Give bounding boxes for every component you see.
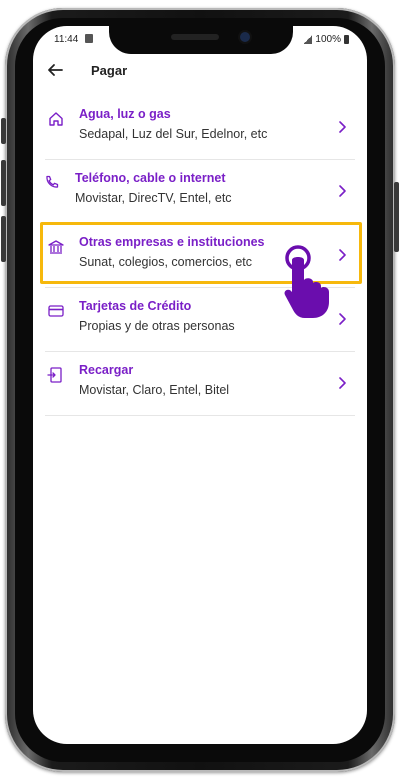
item-subtitle: Propias y de otras personas: [79, 319, 235, 333]
chevron-right-icon: [337, 120, 347, 134]
top-app-bar: Pagar: [33, 52, 367, 92]
battery-percent: 100%: [315, 34, 341, 45]
status-right: 100%: [304, 34, 349, 45]
volume-up-button: [1, 160, 6, 206]
pointing-hand-icon: [278, 244, 338, 318]
speaker-grille: [171, 34, 219, 40]
back-arrow-icon[interactable]: [46, 61, 66, 81]
battery-icon: [344, 35, 349, 44]
list-item-agua-luz-gas[interactable]: Agua, luz o gas Sedapal, Luz del Sur, Ed…: [33, 96, 367, 160]
credit-card-icon: [47, 302, 65, 320]
front-camera: [240, 32, 250, 42]
page-title: Pagar: [91, 63, 128, 78]
sim-icon: [85, 34, 93, 43]
camera-notch: [109, 26, 293, 54]
divider: [45, 415, 355, 416]
home-icon: [47, 110, 65, 128]
phone-recharge-icon: [47, 366, 65, 384]
list-item-recargar[interactable]: Recargar Movistar, Claro, Entel, Bitel: [33, 352, 367, 416]
list-item-telefono-cable-internet[interactable]: Teléfono, cable o internet Movistar, Dir…: [33, 160, 367, 224]
item-title: Teléfono, cable o internet: [75, 171, 226, 185]
status-time: 11:44: [54, 34, 79, 45]
item-subtitle: Movistar, DirecTV, Entel, etc: [75, 191, 232, 205]
phone-screen: 11:44 100% Pagar Agua, luz o gas Sedapal…: [33, 26, 367, 744]
chevron-right-icon: [337, 184, 347, 198]
phone-icon: [43, 174, 61, 192]
item-subtitle: Sedapal, Luz del Sur, Edelnor, etc: [79, 127, 268, 141]
chevron-right-icon: [337, 376, 347, 390]
volume-down-button: [1, 216, 6, 262]
item-title: Tarjetas de Crédito: [79, 299, 192, 313]
item-title: Agua, luz o gas: [79, 107, 171, 121]
volume-button: [1, 118, 6, 144]
power-button: [394, 182, 399, 252]
item-subtitle: Movistar, Claro, Entel, Bitel: [79, 383, 230, 397]
item-title: Recargar: [79, 363, 134, 377]
chevron-right-icon: [337, 312, 347, 326]
signal-icon: [304, 35, 313, 44]
